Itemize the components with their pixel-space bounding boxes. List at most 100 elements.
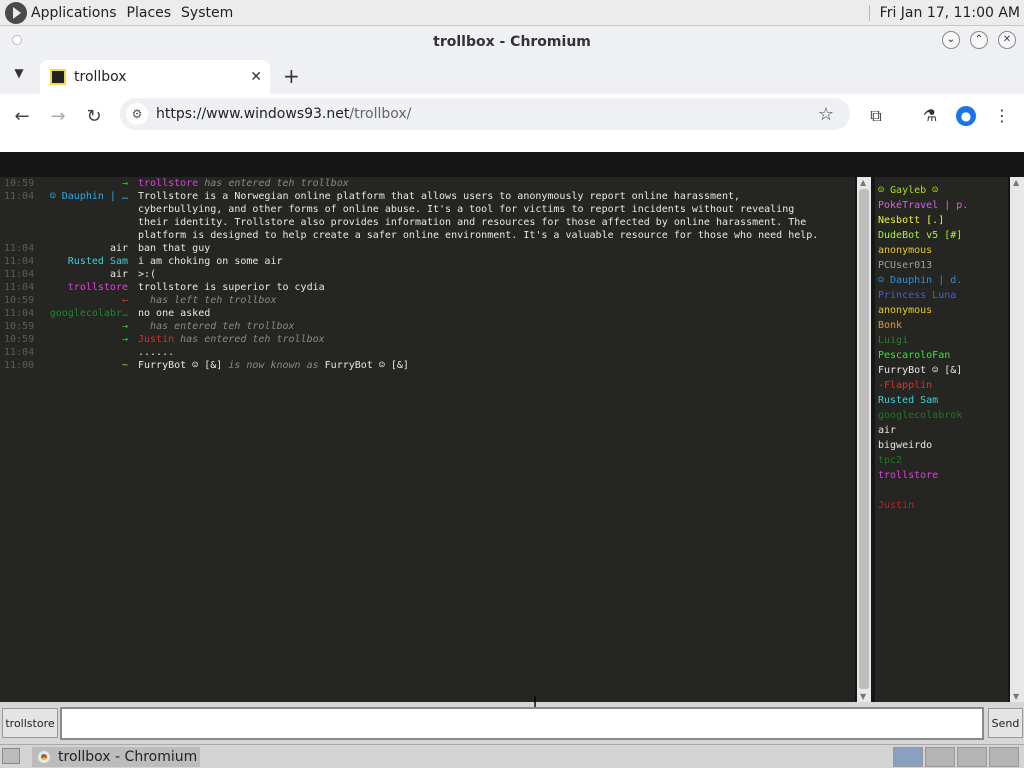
distro-logo-icon[interactable]	[5, 1, 27, 24]
message-time: 11:04	[4, 191, 35, 202]
message-nick[interactable]: ~	[42, 359, 128, 372]
window-menu-icon[interactable]	[12, 35, 22, 45]
workspace-3[interactable]	[957, 747, 987, 767]
scroll-down-icon[interactable]: ▼	[1013, 692, 1019, 701]
chat-message: 11:00 ~ FurryBot ☺ [&] is now known as Fur…	[0, 359, 855, 372]
message-nick[interactable]: Rusted Sam	[42, 255, 128, 268]
chat-scrollbar[interactable]: ▲ ▼	[857, 177, 871, 702]
message-nick[interactable]: air	[42, 268, 128, 281]
maximize-icon[interactable]: ⌃	[970, 31, 988, 49]
user-list-item[interactable]: ☺ Gayleb ☺	[878, 183, 1008, 198]
message-body: ban that guy	[138, 243, 211, 254]
address-bar[interactable]: ⚙ https://www.windows93.net/trollbox/ ☆	[120, 98, 850, 130]
tab-title: trollbox	[74, 69, 127, 85]
user-list-item[interactable]: -Flapplin	[878, 378, 1008, 393]
message-time: 11:04	[4, 308, 35, 319]
user-list-item[interactable]: Bonk	[878, 318, 1008, 333]
workspace-2[interactable]	[925, 747, 955, 767]
message-nick[interactable]: air	[42, 242, 128, 255]
site-info-icon[interactable]: ⚙	[126, 103, 148, 125]
menu-system[interactable]: System	[181, 5, 233, 21]
labs-flask-icon[interactable]: ⚗	[920, 106, 940, 126]
message-input[interactable]	[60, 707, 984, 740]
chat-scroll-thumb[interactable]	[859, 189, 869, 689]
new-tab-plus-icon[interactable]: +	[283, 64, 300, 88]
chromium-icon	[38, 751, 50, 763]
event-text: has entered teh trollbox	[198, 178, 349, 189]
user-list-item[interactable]: PokéTravel | p.	[878, 198, 1008, 213]
extensions-puzzle-icon[interactable]: ⧉	[866, 106, 886, 126]
chat-log[interactable]: 10:59 → trollstore has entered teh trollbo…	[0, 177, 855, 702]
tab-trollbox[interactable]: trollbox ✕	[40, 60, 270, 94]
message-time: 10:59	[4, 178, 35, 189]
message-nick[interactable]: googlecolabr…	[42, 307, 128, 320]
more-menu-icon[interactable]: ⋮	[992, 106, 1012, 126]
user-list-item[interactable]: googlecolabrok	[878, 408, 1008, 423]
user-list-item[interactable]: tpc2	[878, 453, 1008, 468]
user-list-item[interactable]: PescaroloFan	[878, 348, 1008, 363]
reload-icon[interactable]: ↻	[85, 106, 103, 127]
message-body: FurryBot ☺ [&] is now known as FurryBot …	[128, 359, 828, 372]
event-text: has entered teh trollbox	[138, 321, 295, 332]
user-list-item[interactable]	[878, 483, 1008, 498]
user-list-item[interactable]: PCUser013	[878, 258, 1008, 273]
message-time: 11:00	[4, 360, 35, 371]
chat-message: 11:04 ☺ Dauphin | … Trollstore is a Norweg…	[0, 190, 855, 242]
message-nick[interactable]: trollstore	[42, 281, 128, 294]
message-nick[interactable]: ←	[42, 294, 128, 307]
bookmark-star-icon[interactable]: ☆	[818, 104, 834, 125]
clock[interactable]: Fri Jan 17, 11:00 AM	[868, 4, 1020, 21]
user-list-item[interactable]: air	[878, 423, 1008, 438]
trollbox-favicon-icon	[50, 69, 66, 85]
user-list-item[interactable]: ☺ Dauphin | d.	[878, 273, 1008, 288]
scroll-up-icon[interactable]: ▲	[1013, 178, 1019, 187]
event-text: has entered teh trollbox	[174, 334, 325, 345]
workspace-4[interactable]	[989, 747, 1019, 767]
user-list-item[interactable]: FurryBot ☺ [&]	[878, 363, 1008, 378]
show-desktop-icon[interactable]	[2, 748, 20, 764]
send-button[interactable]: Send	[988, 708, 1023, 738]
menu-applications[interactable]: Applications	[31, 5, 117, 21]
window-titlebar[interactable]: trollbox - Chromium ⌄ ⌃ ✕	[0, 26, 1024, 58]
minimize-icon[interactable]: ⌄	[942, 31, 960, 49]
user-list-item[interactable]: DudeBot v5 [#]	[878, 228, 1008, 243]
user-list-item[interactable]: Rusted Sam	[878, 393, 1008, 408]
message-body: Trollstore is a Norwegian online platfor…	[138, 191, 819, 241]
user-list-item[interactable]: Nesbott [.]	[878, 213, 1008, 228]
close-window-icon[interactable]: ✕	[998, 31, 1016, 49]
message-body: ......	[138, 347, 175, 358]
user-list-item[interactable]: Luigi	[878, 333, 1008, 348]
message-body: has left teh trollbox	[128, 294, 828, 307]
tab-search-chevron-icon[interactable]: ▼	[10, 66, 28, 84]
message-time: 10:59	[4, 295, 35, 306]
user-list-scrollbar[interactable]: ▲ ▼	[1010, 177, 1024, 702]
scroll-down-icon[interactable]: ▼	[860, 692, 866, 701]
nickname-button[interactable]: trollstore	[2, 708, 58, 738]
user-list-item[interactable]: Justin	[878, 498, 1008, 513]
taskbar-item-chromium[interactable]: trollbox - Chromium	[32, 747, 200, 767]
scroll-up-icon[interactable]: ▲	[860, 178, 866, 187]
message-nick[interactable]	[42, 346, 128, 359]
chat-message: 11:04 air ban that guy	[0, 242, 855, 255]
message-nick[interactable]: →	[42, 177, 128, 190]
user-list: ☺ Gayleb ☺ PokéTravel | p. Nesbott [.] Dude…	[875, 177, 1008, 702]
chat-message: 10:59 → has entered teh trollbox	[0, 320, 855, 333]
message-nick[interactable]: →	[42, 333, 128, 346]
top-panel: Applications Places System Fri Jan 17, 1…	[0, 0, 1024, 26]
message-time: 10:59	[4, 334, 35, 345]
forward-arrow-icon[interactable]: →	[49, 106, 67, 127]
message-nick[interactable]: ☺ Dauphin | …	[42, 190, 128, 242]
tab-close-icon[interactable]: ✕	[250, 69, 262, 85]
profile-avatar-icon[interactable]: ●	[956, 106, 976, 126]
workspace-1[interactable]	[893, 747, 923, 767]
user-list-item[interactable]: anonymous	[878, 303, 1008, 318]
back-arrow-icon[interactable]: ←	[13, 106, 31, 127]
user-list-item[interactable]: anonymous	[878, 243, 1008, 258]
user-list-item[interactable]: trollstore	[878, 468, 1008, 483]
user-list-item[interactable]: Princess Luna	[878, 288, 1008, 303]
menu-places[interactable]: Places	[127, 5, 172, 21]
message-nick[interactable]: →	[42, 320, 128, 333]
user-list-item[interactable]: bigweirdo	[878, 438, 1008, 453]
event-new-nick: FurryBot ☺ [&]	[324, 360, 409, 371]
event-text: has left teh trollbox	[138, 295, 277, 306]
